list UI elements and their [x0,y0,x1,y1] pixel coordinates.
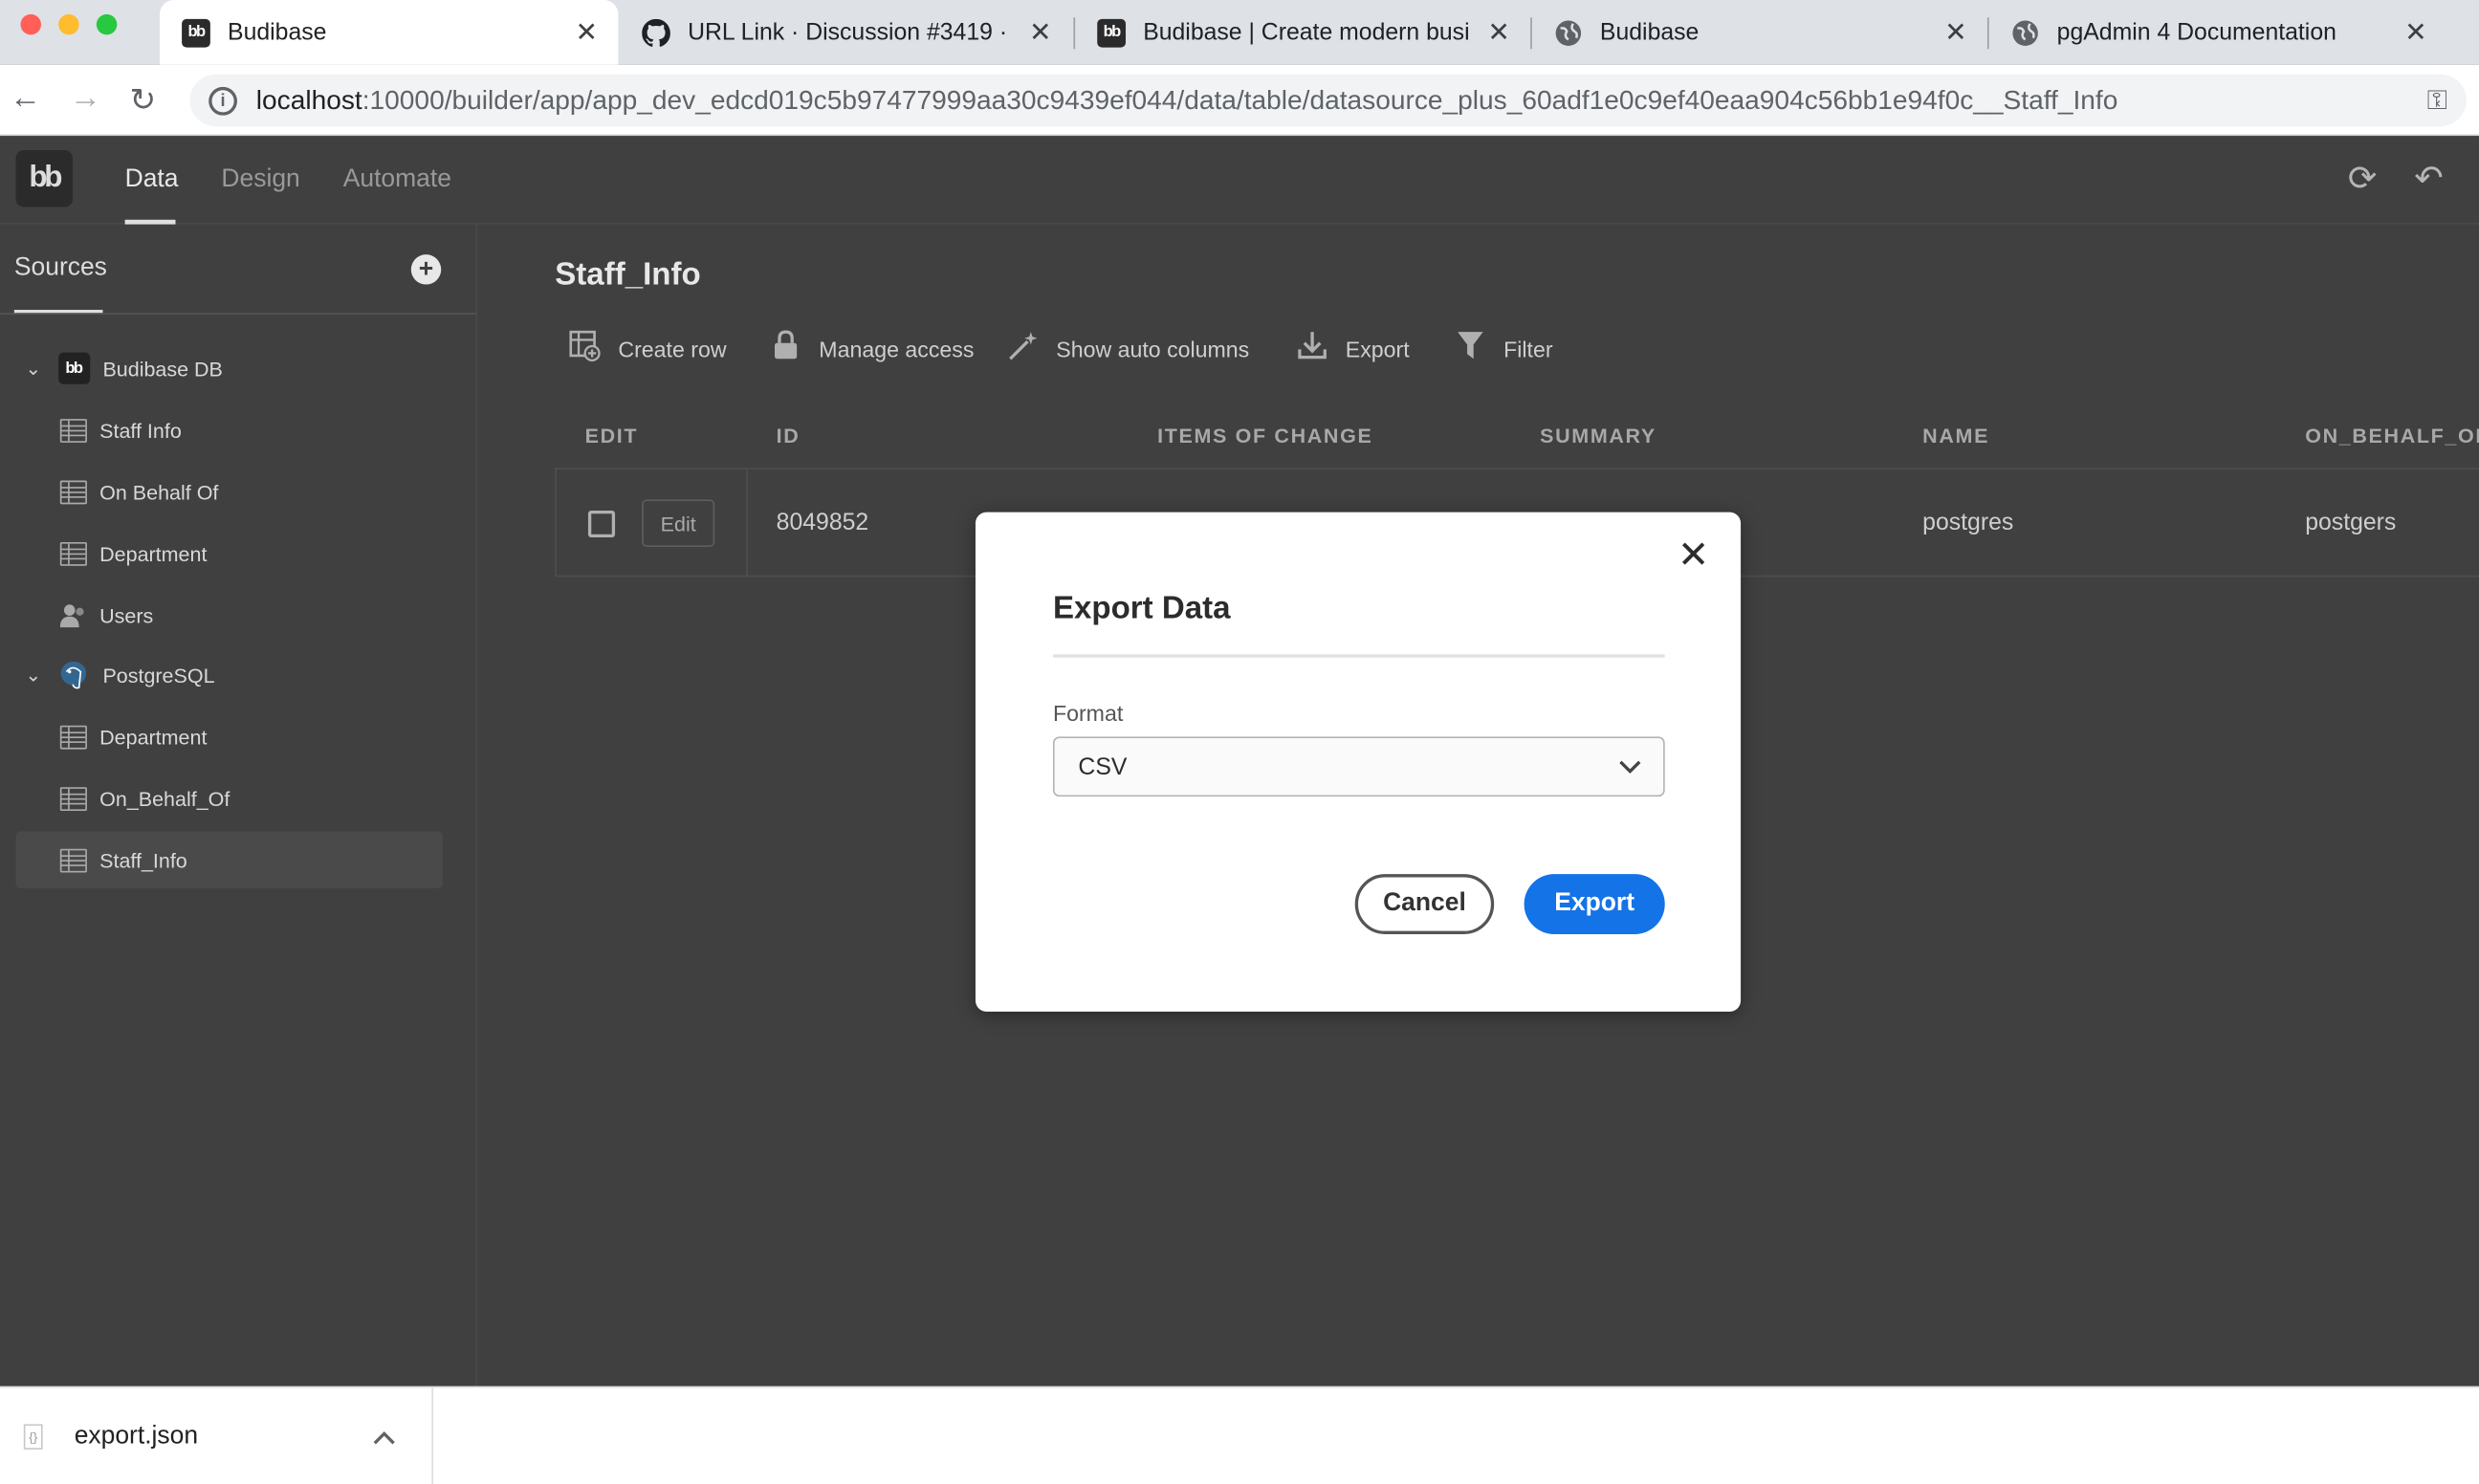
download-file-name: export.json [74,1422,199,1450]
close-icon[interactable]: ✕ [1940,16,1971,48]
url-path: :10000/builder/app/app_dev_edcd019c5b974… [362,84,2118,115]
format-select[interactable]: CSV [1052,736,1665,797]
budibase-icon: bb [182,18,210,47]
screen: bb Budibase ✕ URL Link · Discussion #341… [0,0,2479,1484]
github-icon [642,18,670,47]
download-bar: {} export.json [0,1386,2479,1484]
forward-arrow-icon[interactable]: → [70,80,101,117]
browser-tab-budibase[interactable]: bb Budibase ✕ [159,0,619,65]
tab-title: Budibase [228,18,327,46]
tab-title: Budibase | Create modern busi [1143,18,1470,46]
close-icon[interactable]: ✕ [1483,16,1515,48]
file-icon: {} [23,1424,43,1450]
globe-icon [1554,18,1583,47]
close-icon[interactable]: ✕ [571,16,603,48]
window-close-button[interactable] [20,13,41,35]
divider [1052,654,1665,658]
download-item[interactable]: {} export.json [0,1387,433,1484]
browser-tab-github[interactable]: URL Link · Discussion #3419 · ✕ [620,0,1072,65]
browser-tab-bar: bb Budibase ✕ URL Link · Discussion #341… [0,0,2479,65]
globe-icon [2011,18,2040,47]
budibase-icon: bb [1097,18,1127,47]
url-host: localhost [255,84,362,115]
info-icon[interactable]: i [208,86,237,115]
tab-title: URL Link · Discussion #3419 · [688,18,1008,46]
browser-tab-budibase-2[interactable]: Budibase ✕ [1532,0,1987,65]
cancel-button[interactable]: Cancel [1354,874,1495,934]
tab-title: pgAdmin 4 Documentation [2056,18,2336,46]
back-arrow-icon[interactable]: ← [10,80,41,117]
close-icon[interactable]: ✕ [1024,16,1056,48]
modal-title: Export Data [1052,591,1231,626]
address-bar[interactable]: i localhost:10000/builder/app/app_dev_ed… [189,74,2467,127]
export-confirm-button[interactable]: Export [1524,874,1665,934]
reload-icon[interactable]: ↻ [130,80,157,120]
export-data-modal: ✕ Export Data Format CSV Cancel Export [975,512,1742,1012]
tab-title: Budibase [1599,18,1700,46]
browser-tab-pgadmin[interactable]: pgAdmin 4 Documentation ✕ [1989,0,2447,65]
window-zoom-button[interactable] [96,13,118,35]
browser-tab-budibase-site[interactable]: bb Budibase | Create modern busi ✕ [1075,0,1530,65]
window-minimize-button[interactable] [58,13,79,35]
browser-toolbar: ← → ↻ i localhost:10000/builder/app/app_… [0,64,2479,137]
chevron-up-icon[interactable] [368,1424,400,1449]
close-icon[interactable]: ✕ [2400,16,2431,48]
key-icon[interactable]: ⚿ [2427,84,2447,116]
format-value: CSV [1078,753,1128,780]
format-label: Format [1052,700,1124,726]
chevron-down-icon [1619,754,1641,778]
close-icon[interactable]: ✕ [1678,536,1709,576]
